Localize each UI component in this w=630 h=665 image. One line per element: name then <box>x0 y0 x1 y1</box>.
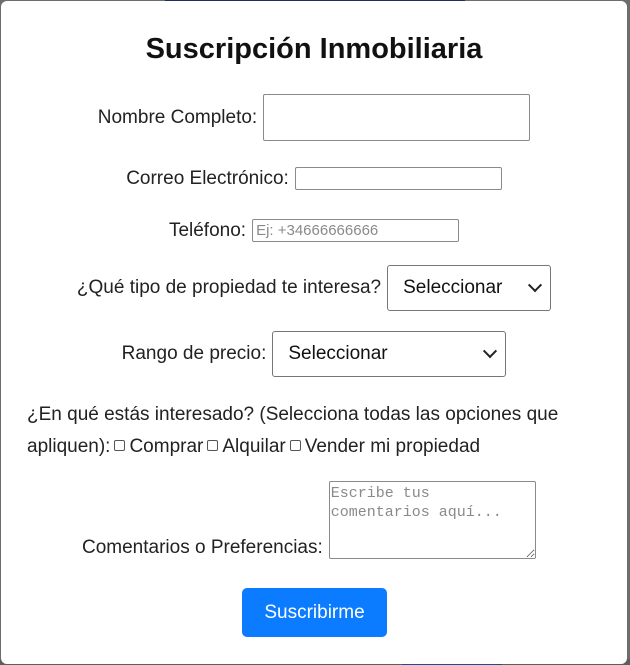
checkbox-comprar[interactable] <box>114 440 126 451</box>
comments-label: Comentarios o Preferencias: <box>82 537 323 558</box>
option-vender-label: Vender mi propiedad <box>304 436 481 457</box>
phone-input[interactable] <box>252 219 460 242</box>
price-range-value: Seleccionar <box>288 343 388 364</box>
subscription-modal: Suscripción Inmobiliaria Nombre Completo… <box>1 1 627 664</box>
email-row: Correo Electrónico: <box>1 167 627 190</box>
full-name-label: Nombre Completo: <box>97 106 258 128</box>
comments-row: Comentarios o Preferencias: <box>82 481 536 559</box>
full-name-input[interactable] <box>263 94 531 141</box>
checkbox-vender[interactable] <box>289 440 301 451</box>
property-type-label: ¿Qué tipo de propiedad te interesa? <box>76 277 382 298</box>
phone-row: Teléfono: <box>1 219 627 242</box>
price-range-select[interactable]: Seleccionar <box>272 331 507 377</box>
price-range-label: Rango de precio: <box>121 343 267 364</box>
option-alquilar-label: Alquilar <box>222 436 286 457</box>
property-type-select[interactable]: Seleccionar <box>387 265 552 311</box>
property-type-value: Seleccionar <box>403 277 503 298</box>
subscribe-button[interactable]: Suscribirme <box>242 588 387 637</box>
email-input[interactable] <box>294 167 502 190</box>
form-title: Suscripción Inmobiliaria <box>145 33 483 65</box>
checkbox-alquilar[interactable] <box>207 440 219 451</box>
interest-group: ¿En qué estás interesado? (Selecciona to… <box>27 399 607 463</box>
chevron-down-icon <box>483 344 498 359</box>
chevron-down-icon <box>528 278 543 293</box>
comments-textarea[interactable] <box>328 481 536 559</box>
price-range-row: Rango de precio: Seleccionar <box>1 331 627 377</box>
option-comprar-label: Comprar <box>129 436 204 457</box>
phone-label: Teléfono: <box>168 219 247 241</box>
email-label: Correo Electrónico: <box>126 167 289 189</box>
full-name-row: Nombre Completo: <box>1 94 627 141</box>
property-type-row: ¿Qué tipo de propiedad te interesa? Sele… <box>1 265 627 311</box>
